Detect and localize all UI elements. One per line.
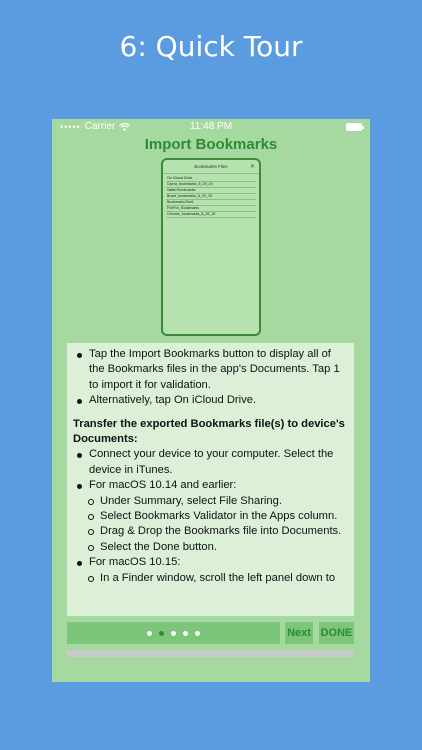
page-dot[interactable]: [195, 630, 200, 636]
sub-list-item: Under Summary, select File Sharing.: [73, 494, 346, 509]
promo-title: 6: Quick Tour: [119, 30, 303, 63]
battery-icon: [346, 123, 364, 131]
instructions-panel[interactable]: Tap the Import Bookmarks button to displ…: [67, 343, 354, 616]
status-bar: ••••• Carrier 11:48 PM: [52, 119, 370, 135]
page-dot[interactable]: [147, 630, 152, 636]
screen-title: Import Bookmarks: [144, 136, 278, 153]
sub-list-item: Select Bookmarks Validator in the Apps c…: [73, 509, 346, 524]
sub-list-item: In a Finder window, scroll the left pane…: [73, 571, 346, 586]
intro-list: Tap the Import Bookmarks button to displ…: [73, 347, 346, 409]
list-item: Connect your device to your computer. Se…: [73, 447, 346, 478]
mini-file-row: Chrome_bookmarks_8_26_19: [166, 212, 256, 218]
phone-screen: ••••• Carrier 11:48 PM Import Bookmarks …: [52, 119, 370, 682]
list-item: Alternatively, tap On iCloud Drive.: [73, 393, 346, 408]
close-icon: ✕: [249, 164, 255, 170]
bottom-bar: Next DONE: [67, 622, 354, 644]
list-item: For macOS 10.14 and earlier:: [73, 478, 346, 493]
status-time: 11:48 PM: [189, 121, 233, 132]
page-control[interactable]: [67, 622, 280, 644]
section-heading: Transfer the exported Bookmarks file(s) …: [73, 417, 345, 446]
sub-list-item: Select the Done button.: [73, 540, 346, 555]
page-dot-active[interactable]: [159, 630, 164, 636]
mini-phone-illustration: Bookmarks Files ✕ On iCloud Drive Opera_…: [161, 158, 261, 336]
mini-header-title: Bookmarks Files: [194, 164, 228, 169]
done-button[interactable]: DONE: [319, 622, 354, 644]
next-button[interactable]: Next: [285, 622, 313, 644]
page-dot[interactable]: [183, 630, 188, 636]
list-item: Tap the Import Bookmarks button to displ…: [73, 347, 346, 393]
mini-file-list: On iCloud Drive Opera_bookmarks_8_29_19 …: [163, 174, 259, 220]
page-dot[interactable]: [171, 630, 176, 636]
transfer-list: Connect your device to your computer. Se…: [73, 447, 346, 586]
sub-list-item: Drag & Drop the Bookmarks file into Docu…: [73, 524, 346, 539]
list-item: For macOS 10.15:: [73, 555, 346, 570]
scroll-track[interactable]: [67, 650, 354, 657]
mini-header: Bookmarks Files ✕: [163, 160, 259, 174]
